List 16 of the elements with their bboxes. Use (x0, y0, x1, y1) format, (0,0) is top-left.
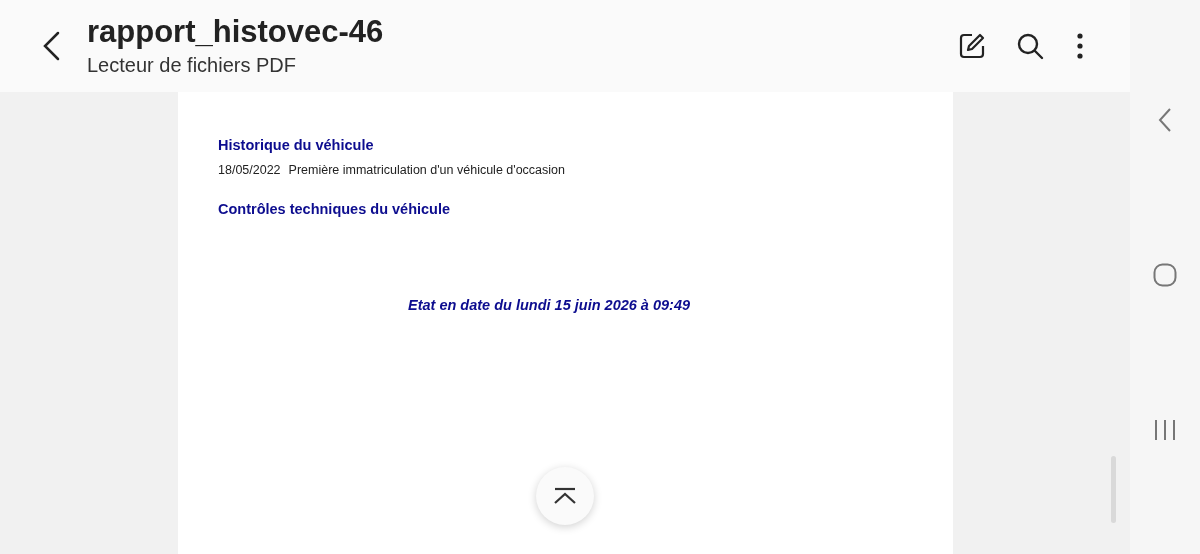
scroll-to-top-icon (553, 487, 577, 505)
app-subtitle: Lecteur de fichiers PDF (87, 53, 297, 78)
file-title: rapport_histovec-46 (87, 13, 384, 51)
section-heading: Contrôles techniques du véhicule (218, 200, 452, 218)
search-icon (1016, 32, 1044, 60)
back-icon (42, 31, 60, 61)
entry-text: Première immatriculation d'un véhicule d'occasion (288, 162, 565, 178)
back-icon (1158, 107, 1172, 133)
home-icon (1153, 263, 1177, 287)
section-heading: Historique du véhicule (218, 136, 375, 154)
more-icon (1077, 33, 1083, 59)
edit-icon (958, 32, 986, 60)
scrollbar-thumb[interactable] (1111, 456, 1116, 523)
report-date: Etat en date du lundi 15 juin 2026 à 09:49 (408, 296, 692, 314)
entry-date: 18/05/2022 (218, 162, 281, 178)
recents-icon (1153, 418, 1177, 442)
